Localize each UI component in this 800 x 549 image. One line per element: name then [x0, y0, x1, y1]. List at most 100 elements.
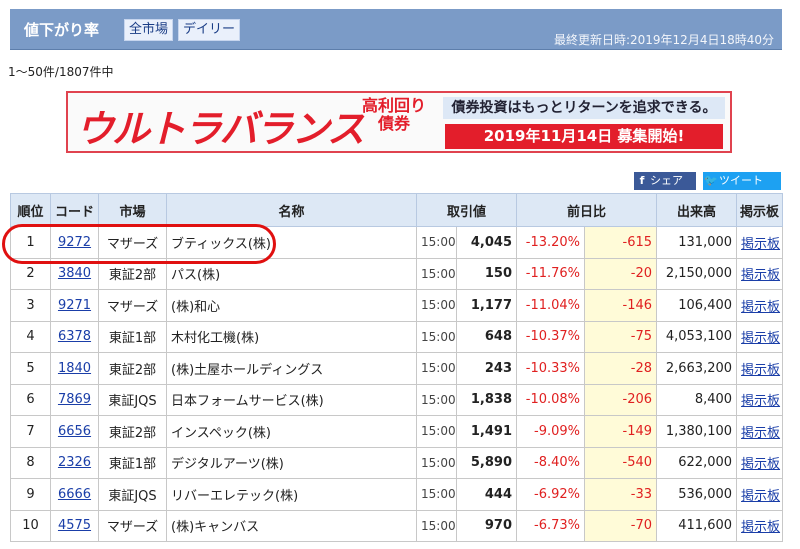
stock-code-link[interactable]: 6656: [58, 424, 91, 439]
code-link[interactable]: 3840: [50, 257, 99, 290]
board-link[interactable]: 掲示板: [736, 289, 784, 322]
change-value-cell: -540: [584, 446, 658, 479]
code-link[interactable]: 2326: [50, 446, 99, 479]
time-cell: 15:00: [416, 446, 457, 479]
banner-tagline: 債券投資はもっとリターンを追求できる。: [443, 97, 725, 119]
board-link[interactable]: 掲示板: [736, 415, 784, 448]
name-cell: デジタルアーツ(株): [166, 446, 417, 479]
stock-code-link[interactable]: 6378: [58, 329, 91, 344]
change-percent-cell: -6.73%: [516, 509, 586, 542]
code-link[interactable]: 9272: [50, 226, 99, 259]
stock-code-link[interactable]: 2326: [58, 455, 91, 470]
market-filter-tab[interactable]: 全市場: [124, 19, 174, 41]
volume-cell: 106,400: [656, 289, 738, 322]
change-percent-cell: -6.92%: [516, 478, 586, 511]
board-link[interactable]: 掲示板: [736, 446, 784, 479]
rank-cell: 3: [10, 289, 51, 322]
rank-cell: 1: [10, 226, 51, 259]
stock-code-link[interactable]: 7869: [58, 392, 91, 407]
price-cell: 970: [455, 509, 518, 542]
volume-cell: 131,000: [656, 226, 738, 259]
board-link[interactable]: 掲示板: [736, 320, 784, 353]
facebook-share-button[interactable]: f シェア: [634, 172, 696, 190]
table-header-row: 順位 コード 市場 名称 取引値 前日比 出来高 掲示板: [10, 193, 784, 227]
change-percent-cell: -8.40%: [516, 446, 586, 479]
code-link[interactable]: 9271: [50, 289, 99, 322]
code-link[interactable]: 1840: [50, 352, 99, 385]
time-cell: 15:00: [416, 320, 457, 353]
change-value-cell: -149: [584, 415, 658, 448]
price-cell: 1,838: [455, 383, 518, 416]
change-percent-cell: -11.04%: [516, 289, 586, 322]
change-value-cell: -615: [584, 226, 658, 259]
name-cell: パス(株): [166, 257, 417, 290]
time-cell: 15:00: [416, 352, 457, 385]
time-cell: 15:00: [416, 383, 457, 416]
ranking-table: 順位 コード 市場 名称 取引値 前日比 出来高 掲示板 1 9272 マザーズ ブテ…: [10, 193, 784, 542]
change-percent-cell: -10.08%: [516, 383, 586, 416]
rank-cell: 5: [10, 352, 51, 385]
change-percent-cell: -13.20%: [516, 226, 586, 259]
board-link[interactable]: 掲示板: [736, 352, 784, 385]
facebook-share-label: シェア: [650, 174, 683, 187]
market-cell: 東証2部: [98, 415, 167, 448]
col-board: 掲示板: [736, 193, 784, 227]
volume-cell: 4,053,100: [656, 320, 738, 353]
tweet-button[interactable]: 🐦ツイート: [703, 172, 781, 190]
board-link[interactable]: 掲示板: [736, 478, 784, 511]
code-link[interactable]: 6656: [50, 415, 99, 448]
change-percent-cell: -9.09%: [516, 415, 586, 448]
market-cell: 東証JQS: [98, 478, 167, 511]
stock-code-link[interactable]: 1840: [58, 361, 91, 376]
rank-cell: 8: [10, 446, 51, 479]
code-link[interactable]: 7869: [50, 383, 99, 416]
page-title: 値下がり率: [24, 21, 100, 39]
code-link[interactable]: 4575: [50, 509, 99, 542]
ranking-header: 値下がり率 全市場 デイリー 最終更新日時:2019年12月4日18時40分: [10, 9, 782, 50]
board-link[interactable]: 掲示板: [736, 257, 784, 290]
code-link[interactable]: 6666: [50, 478, 99, 511]
result-count: 1〜50件/1807件中: [8, 65, 114, 79]
stock-code-link[interactable]: 4575: [58, 518, 91, 533]
market-cell: 東証1部: [98, 446, 167, 479]
price-cell: 5,890: [455, 446, 518, 479]
stock-code-link[interactable]: 9272: [58, 235, 91, 250]
board-link[interactable]: 掲示板: [736, 383, 784, 416]
stock-code-link[interactable]: 9271: [58, 298, 91, 313]
price-cell: 444: [455, 478, 518, 511]
board-link[interactable]: 掲示板: [736, 226, 784, 259]
change-value-cell: -146: [584, 289, 658, 322]
stock-code-link[interactable]: 6666: [58, 487, 91, 502]
table-row: 4 6378 東証1部 木村化工機(株) 15:00 648 -10.37% -75 4,053…: [10, 320, 784, 353]
stock-code-link[interactable]: 3840: [58, 266, 91, 281]
period-filter-tab[interactable]: デイリー: [178, 19, 241, 41]
time-cell: 15:00: [416, 226, 457, 259]
col-name: 名称: [166, 193, 417, 227]
change-percent-cell: -11.76%: [516, 257, 586, 290]
price-cell: 648: [455, 320, 518, 353]
rank-cell: 7: [10, 415, 51, 448]
market-cell: マザーズ: [98, 226, 167, 259]
name-cell: (株)和心: [166, 289, 417, 322]
name-cell: 木村化工機(株): [166, 320, 417, 353]
banner-sub: 高利回り債券: [361, 96, 426, 133]
volume-cell: 411,600: [656, 509, 738, 542]
rank-cell: 10: [10, 509, 51, 542]
name-cell: (株)キャンバス: [166, 509, 417, 542]
volume-cell: 1,380,100: [656, 415, 738, 448]
time-cell: 15:00: [416, 289, 457, 322]
table-row: 3 9271 マザーズ (株)和心 15:00 1,177 -11.04% -146 106,4…: [10, 289, 784, 322]
table-row: 6 7869 東証JQS 日本フォームサービス(株) 15:00 1,838 -10.08%…: [10, 383, 784, 416]
price-cell: 150: [455, 257, 518, 290]
twitter-icon: 🐦: [704, 174, 718, 187]
change-value-cell: -33: [584, 478, 658, 511]
time-cell: 15:00: [416, 415, 457, 448]
table-row: 5 1840 東証2部 (株)土屋ホールディングス 15:00 243 -10.33% -28…: [10, 352, 784, 385]
board-link[interactable]: 掲示板: [736, 509, 784, 542]
time-cell: 15:00: [416, 257, 457, 290]
market-cell: 東証2部: [98, 352, 167, 385]
table-row: 2 3840 東証2部 パス(株) 15:00 150 -11.76% -20 2,150,00…: [10, 257, 784, 290]
code-link[interactable]: 6378: [50, 320, 99, 353]
change-value-cell: -206: [584, 383, 658, 416]
ad-banner[interactable]: ウルトラバランス 高利回り債券 債券投資はもっとリターンを追求できる。 2019…: [66, 91, 732, 153]
